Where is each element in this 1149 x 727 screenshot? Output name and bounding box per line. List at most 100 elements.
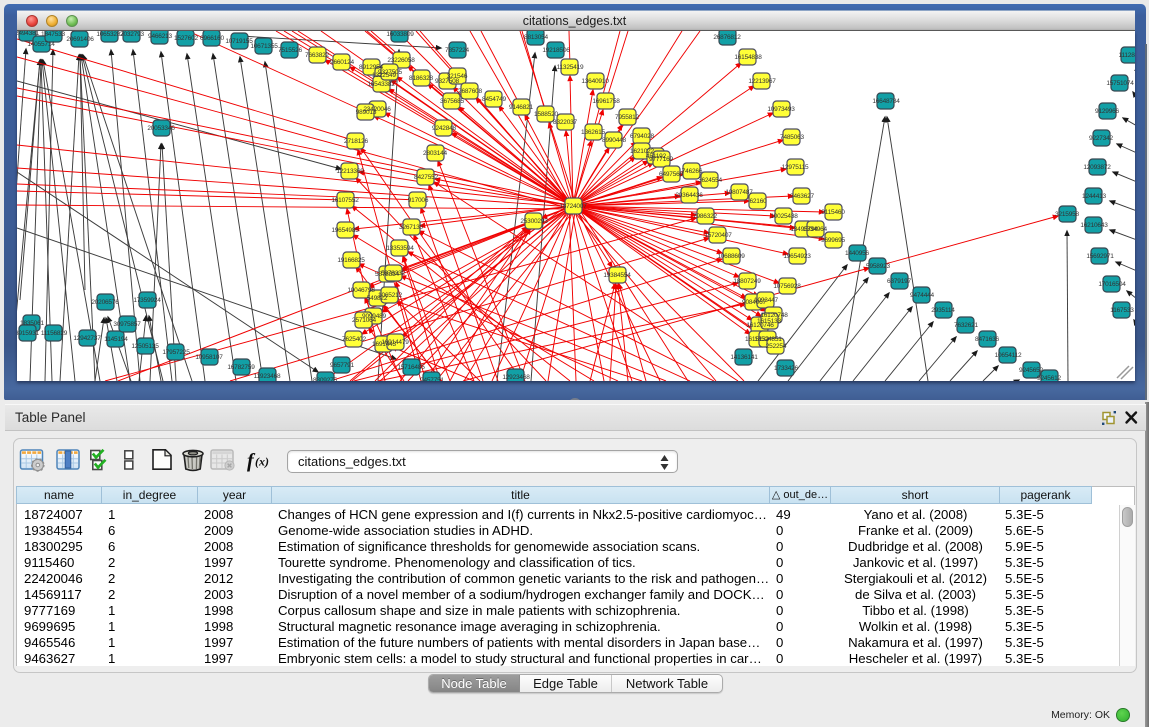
svg-text:12093872: 12093872 [1083,164,1111,171]
svg-text:8309275: 8309275 [313,377,337,381]
svg-text:5878332: 5878332 [381,270,405,277]
svg-text:5958923: 5958923 [866,263,890,270]
svg-text:20206576: 20206576 [91,299,119,306]
svg-text:1615133: 1615133 [757,318,781,325]
svg-text:7857224: 7857224 [445,47,469,54]
svg-text:9146821: 9146821 [509,104,533,111]
svg-text:8427552: 8427552 [414,174,438,181]
svg-text:17016504: 17016504 [1098,281,1126,288]
svg-text:9242848: 9242848 [432,125,456,132]
svg-text:1440956: 1440956 [845,250,869,257]
svg-text:1145194: 1145194 [104,336,128,343]
svg-text:16961758: 16961758 [592,98,620,105]
svg-text:16210643: 16210643 [1080,222,1108,229]
svg-text:9245612: 9245612 [1037,375,1061,381]
svg-text:6794028: 6794028 [630,133,654,140]
svg-text:7632621: 7632621 [954,322,978,329]
svg-text:9115460: 9115460 [821,209,845,216]
svg-text:10671355: 10671355 [250,43,278,50]
svg-text:14055714: 14055714 [27,41,55,48]
svg-text:10046798: 10046798 [347,287,375,294]
svg-text:20691406: 20691406 [66,36,94,43]
svg-text:13353594: 13353594 [386,245,414,252]
svg-text:989013: 989013 [356,109,377,116]
svg-text:19384554: 19384554 [603,272,631,279]
svg-text:2571064: 2571064 [352,317,376,324]
svg-text:20053346: 20053346 [147,125,175,132]
svg-text:9457751: 9457751 [420,377,444,381]
svg-text:9245652: 9245652 [1019,367,1043,374]
svg-text:10807487: 10807487 [725,189,753,196]
svg-text:18807249: 18807249 [733,278,761,285]
svg-text:62160: 62160 [749,198,767,205]
svg-text:1334964: 1334964 [803,226,827,233]
svg-text:19654923: 19654923 [783,253,811,260]
svg-text:25300293: 25300293 [520,218,548,225]
svg-text:8186328: 8186328 [409,75,433,82]
svg-text:11923468: 11923468 [254,373,281,380]
svg-text:20364436: 20364436 [675,192,703,199]
svg-text:10973493: 10973493 [767,106,795,113]
svg-text:7663822: 7663822 [305,52,329,59]
svg-text:16107552: 16107552 [331,197,359,204]
svg-text:6966160: 6966160 [200,35,224,42]
svg-text:13640910: 13640910 [581,78,609,85]
svg-text:19218506: 19218506 [542,47,570,54]
svg-text:7986322: 7986322 [693,213,717,220]
svg-text:10719155: 10719155 [225,38,253,45]
svg-text:30975857: 30975857 [113,321,141,328]
svg-text:1835061: 1835061 [20,320,44,327]
svg-text:12923468: 12923468 [502,374,530,381]
svg-text:18724007: 18724007 [559,203,587,210]
svg-text:(x): (x) [255,455,269,469]
svg-text:9227342: 9227342 [1089,135,1113,142]
svg-text:3915931: 3915931 [17,330,40,337]
svg-text:15716485: 15716485 [397,364,425,371]
svg-text:12213369: 12213369 [336,168,364,175]
svg-text:3215958: 3215958 [1055,211,1079,218]
svg-text:10756928: 10756928 [773,283,801,290]
svg-text:8471636: 8471636 [975,336,999,343]
svg-text:16033809: 16033809 [386,31,414,38]
svg-text:23226058: 23226058 [387,57,415,64]
svg-text:9129966: 9129966 [1095,108,1119,115]
svg-text:6379197: 6379197 [887,278,911,285]
svg-text:26876812: 26876812 [713,34,741,41]
svg-text:8454749: 8454749 [482,96,506,103]
svg-text:12213967: 12213967 [748,78,776,85]
svg-text:10025438: 10025438 [770,213,798,220]
svg-text:12505135: 12505135 [131,343,159,350]
svg-text:19166825: 19166825 [337,257,365,264]
svg-text:9474444: 9474444 [910,292,934,299]
svg-text:12975115: 12975115 [782,164,809,171]
svg-text:16782759: 16782759 [227,364,255,371]
svg-text:3267130: 3267130 [399,224,423,231]
svg-text:9466213: 9466213 [148,33,172,40]
svg-text:2687608: 2687608 [458,88,482,95]
svg-text:7625402: 7625402 [342,336,366,343]
svg-text:9327505: 9327505 [378,69,402,76]
svg-text:13524851: 13524851 [754,336,782,343]
svg-text:1167533: 1167533 [1110,307,1134,314]
svg-text:2718126: 2718126 [344,138,368,145]
svg-text:10688609: 10688609 [717,253,745,260]
svg-text:252254: 252254 [766,343,787,350]
svg-text:8813054: 8813054 [524,34,548,41]
svg-text:9699695: 9699695 [821,237,845,244]
svg-text:746266: 746266 [682,168,703,175]
svg-text:1362615: 1362615 [581,129,605,136]
svg-text:9777169: 9777169 [649,156,673,163]
svg-text:9657791: 9657791 [330,362,354,369]
svg-text:1588520: 1588520 [534,111,558,118]
svg-text:8322037: 8322037 [553,119,577,126]
svg-text:917006: 917006 [408,197,429,204]
svg-text:1527602: 1527602 [174,35,198,42]
svg-text:2494381: 2494381 [17,31,40,37]
svg-text:16648784: 16648784 [872,98,900,105]
svg-text:9463627: 9463627 [790,193,814,200]
svg-text:8990448: 8990448 [602,137,626,144]
svg-text:2935114: 2935114 [931,307,955,314]
svg-text:16154838: 16154838 [734,54,762,61]
svg-text:10654112: 10654112 [995,352,1022,359]
svg-text:16543382: 16543382 [367,81,395,88]
